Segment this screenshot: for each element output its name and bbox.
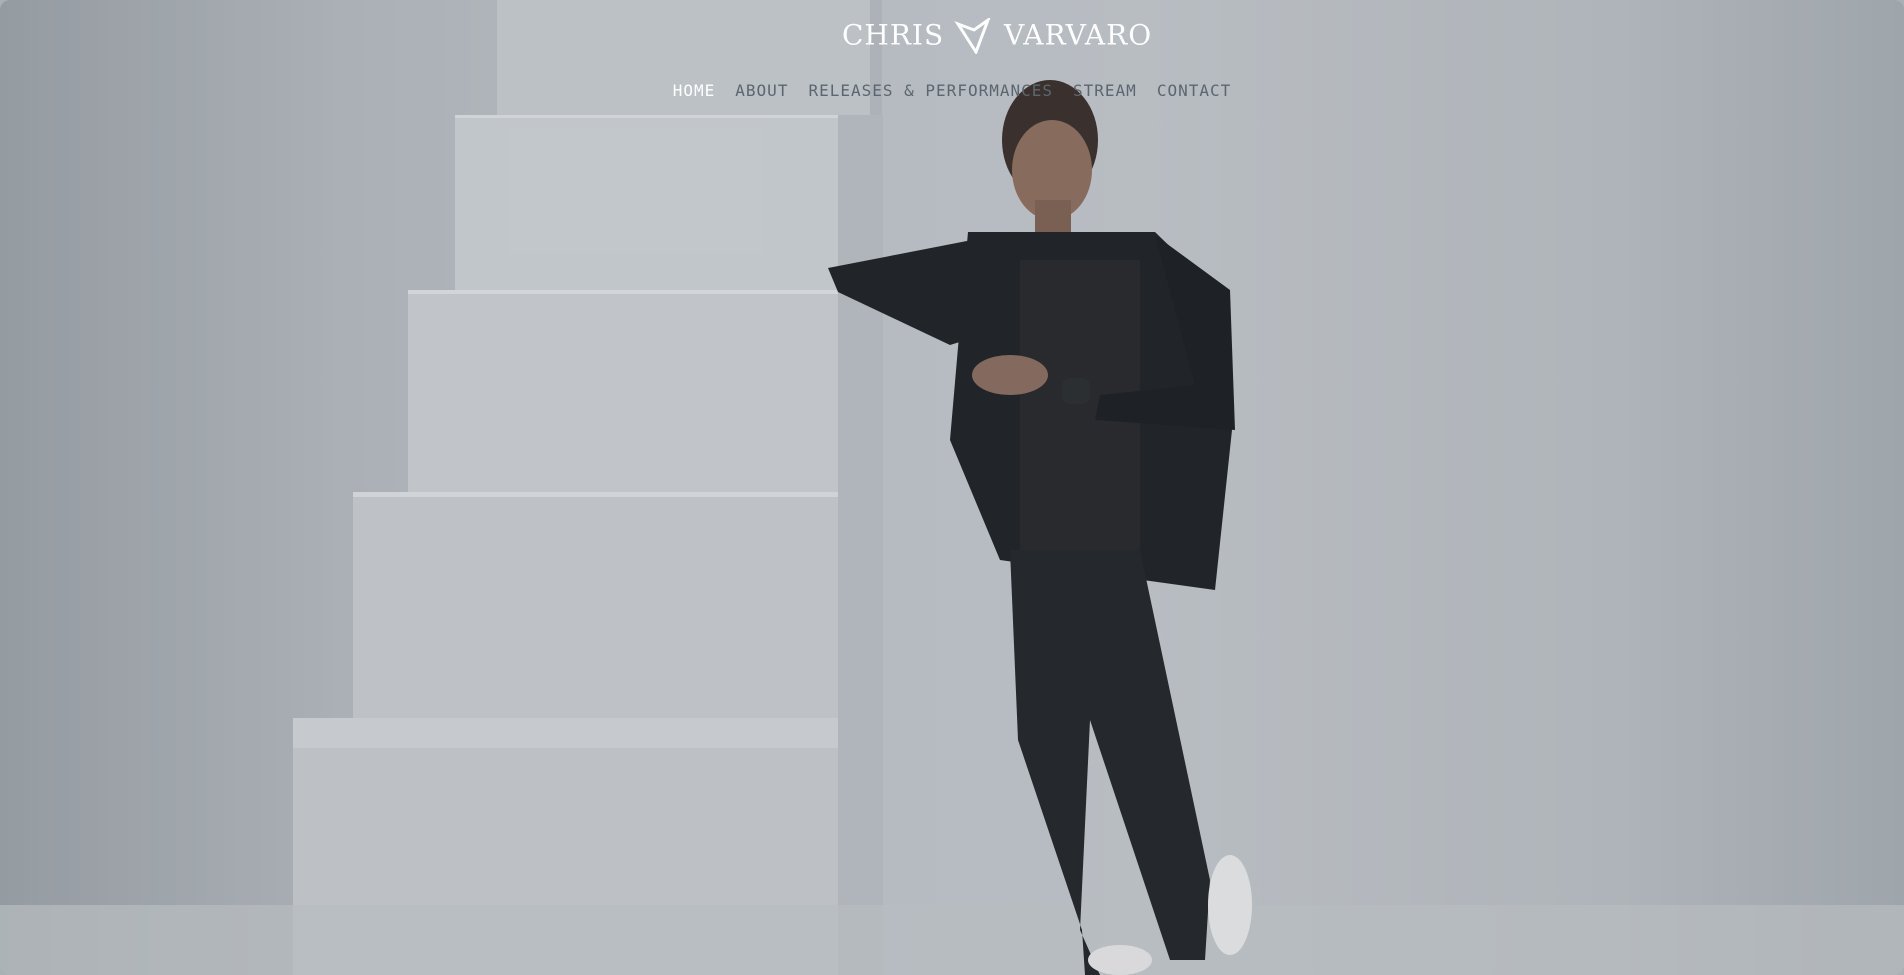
nav-contact[interactable]: CONTACT bbox=[1157, 80, 1231, 102]
v-logo-icon bbox=[954, 17, 991, 54]
logo-name-right: VARVARO bbox=[1003, 18, 1153, 52]
main-nav: HOME ABOUT RELEASES & PERFORMANCES STREA… bbox=[0, 80, 1904, 102]
page: CHRIS VARVARO HOME ABOUT RELEASES & PERF… bbox=[0, 0, 1904, 975]
hero-overlay bbox=[0, 0, 1904, 975]
site-logo[interactable]: CHRIS VARVARO bbox=[842, 14, 1151, 54]
logo-name-left: CHRIS bbox=[842, 18, 945, 52]
nav-home[interactable]: HOME bbox=[673, 80, 716, 102]
nav-stream[interactable]: STREAM bbox=[1073, 80, 1137, 102]
nav-releases-performances[interactable]: RELEASES & PERFORMANCES bbox=[808, 80, 1053, 102]
nav-about[interactable]: ABOUT bbox=[735, 80, 788, 102]
